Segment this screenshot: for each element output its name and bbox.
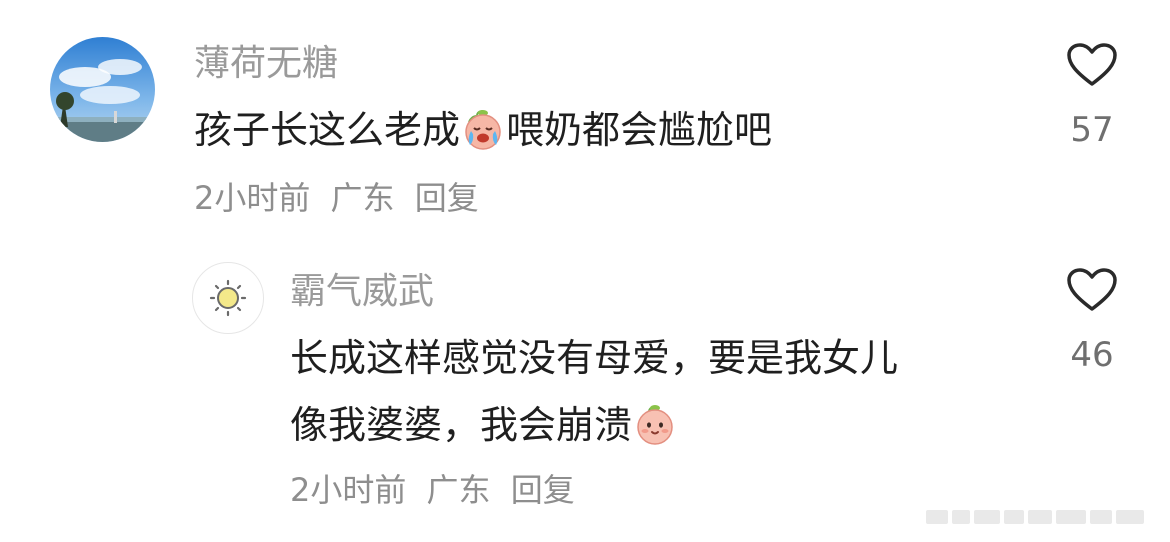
comment-username[interactable]: 霸气威武 bbox=[290, 270, 434, 314]
comment-text-part: 像我婆婆，我会崩溃 bbox=[290, 403, 633, 447]
comment-time: 2小时前 bbox=[194, 179, 311, 217]
comment-text-line: 长成这样感觉没有母爱，要是我女儿 bbox=[290, 336, 899, 380]
comment-meta: 2小时前 广东 回复 bbox=[290, 470, 585, 510]
like-count: 57 bbox=[1070, 110, 1114, 150]
crying-face-emoji bbox=[461, 107, 505, 151]
sky-landscape-avatar-image bbox=[50, 37, 155, 142]
comment-location: 广东 bbox=[330, 179, 395, 217]
smiling-face-emoji bbox=[633, 402, 677, 446]
reply-button[interactable]: 回复 bbox=[415, 179, 479, 217]
comment-meta: 2小时前 广东 回复 bbox=[194, 178, 489, 218]
comment-username[interactable]: 薄荷无糖 bbox=[194, 42, 338, 86]
sun-icon bbox=[209, 279, 247, 317]
like-button[interactable]: 46 bbox=[1062, 267, 1122, 375]
heart-icon[interactable] bbox=[1066, 267, 1118, 313]
comment-text-part: 喂奶都会尴尬吧 bbox=[506, 108, 773, 152]
like-count: 46 bbox=[1070, 335, 1114, 375]
comment-text: 孩子长这么老成 喂奶都会尴尬吧 bbox=[194, 105, 772, 155]
heart-icon[interactable] bbox=[1066, 42, 1118, 88]
comment-time: 2小时前 bbox=[290, 471, 407, 509]
avatar[interactable] bbox=[50, 37, 155, 142]
comment-location: 广东 bbox=[426, 471, 491, 509]
comment-text-part: 孩子长这么老成 bbox=[194, 108, 461, 152]
watermark bbox=[926, 506, 1156, 528]
avatar[interactable] bbox=[192, 262, 264, 334]
reply-button[interactable]: 回复 bbox=[511, 471, 575, 509]
like-button[interactable]: 57 bbox=[1062, 42, 1122, 150]
comment-text-line: 像我婆婆，我会崩溃 bbox=[290, 400, 678, 450]
